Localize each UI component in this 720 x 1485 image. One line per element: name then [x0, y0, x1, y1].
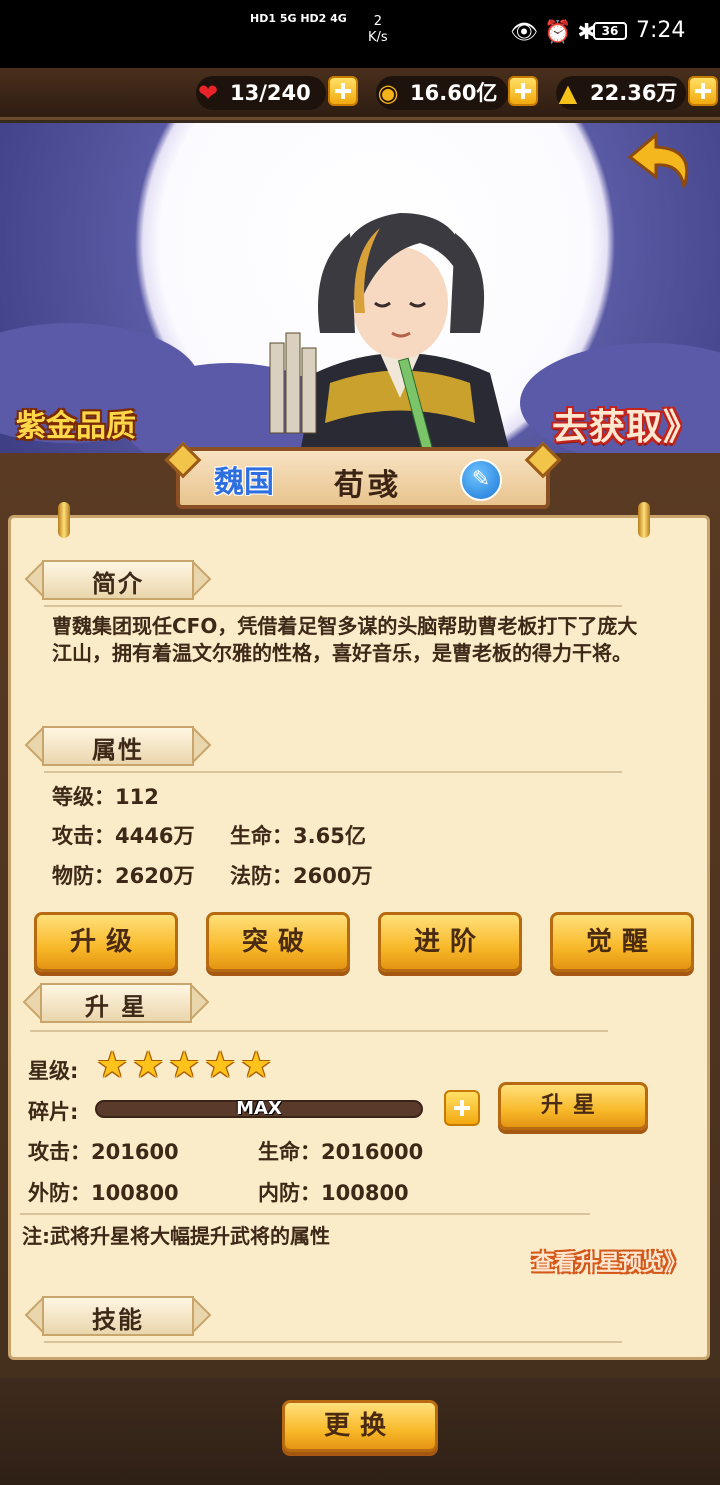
pencil-icon: ✎ — [471, 467, 491, 492]
star-icon: ★ — [240, 1045, 273, 1086]
section-title: 属性 — [92, 736, 144, 764]
status-icons: 👁⏰✱ — [510, 20, 602, 45]
star-icon: ★ — [132, 1045, 165, 1086]
divider — [30, 1030, 608, 1032]
shard-label: 碎片: — [28, 1100, 79, 1124]
phys-def-stat: 物防：2620万 — [52, 864, 195, 888]
shard-progress-bar: MAX — [95, 1098, 423, 1119]
battery-indicator: 36 — [593, 22, 627, 40]
add-shards-button[interactable] — [444, 1090, 480, 1126]
star-hp-stat: 生命：2016000 — [258, 1140, 424, 1164]
gold-ingot-icon: ▲ — [558, 79, 578, 107]
network-speed-unit: K/s — [368, 30, 388, 45]
swap-hero-button[interactable]: 更换 — [282, 1400, 438, 1452]
level-stat: 等级：112 — [52, 785, 159, 809]
divider — [44, 605, 622, 607]
star-preview-link[interactable]: 查看升星预览》 — [532, 1245, 686, 1277]
gold-counter: ▲ 22.36万 — [556, 76, 686, 110]
resource-bar: ❤ 13/240 ◉ 16.60亿 ▲ 22.36万 — [0, 68, 720, 120]
divider — [44, 1341, 622, 1343]
star-outer-def-stat: 外防：100800 — [28, 1181, 179, 1205]
star-level-label: 星级: — [28, 1059, 79, 1083]
star-icon: ★ — [96, 1045, 129, 1086]
awaken-button[interactable]: 觉醒 — [550, 912, 694, 972]
hero-banner: 紫金品质 去获取》 — [0, 123, 720, 453]
upgrade-button[interactable]: 升级 — [34, 912, 178, 972]
add-coins-button[interactable] — [508, 76, 538, 106]
back-arrow-icon[interactable] — [626, 131, 698, 191]
divider — [44, 771, 622, 773]
shard-progress-text: MAX — [236, 1098, 282, 1119]
star-up-note: 注:武将升星将大幅提升武将的属性 — [22, 1224, 330, 1248]
star-icon: ★ — [168, 1045, 201, 1086]
network-speed: 2 K/s — [368, 14, 388, 46]
advance-button[interactable]: 进阶 — [378, 912, 522, 972]
star-icon: ★ — [204, 1045, 237, 1086]
coin-icon: ◉ — [377, 79, 399, 107]
section-title: 简介 — [92, 570, 144, 598]
section-header-star-up: 升 星 — [22, 983, 210, 1023]
hero-description: 曹魏集团现任CFO，凭借着足智多谋的头脑帮助曹老板打下了庞大江山，拥有着温文尔雅… — [52, 614, 638, 665]
stamina-counter: ❤ 13/240 — [196, 76, 326, 110]
scroll-pin — [638, 502, 650, 538]
add-gold-button[interactable] — [688, 76, 718, 106]
alarm-icon: ⏰ — [543, 20, 578, 45]
obtain-link[interactable]: 去获取》 — [552, 398, 700, 450]
section-header-attributes: 属性 — [24, 726, 212, 766]
network-speed-value: 2 — [373, 14, 382, 29]
eye-icon: 👁 — [510, 20, 544, 45]
hp-stat: 生命：3.65亿 — [230, 824, 366, 848]
signal-indicator: HD1 5G HD2 4G — [250, 12, 347, 25]
star-attack-stat: 攻击：201600 — [28, 1140, 179, 1164]
breakthrough-button[interactable]: 突破 — [206, 912, 350, 972]
attack-stat: 攻击：4446万 — [52, 824, 195, 848]
hero-name: 荀彧 — [334, 468, 402, 503]
stamina-icon: ❤ — [197, 79, 219, 107]
hero-nameplate: 魏国 荀彧 ✎ — [164, 441, 562, 513]
edit-name-button[interactable]: ✎ — [460, 459, 502, 501]
hero-quality-label: 紫金品质 — [16, 409, 136, 444]
section-header-intro: 简介 — [24, 560, 212, 600]
add-stamina-button[interactable] — [328, 76, 358, 106]
coin-value: 16.60亿 — [410, 81, 498, 105]
star-up-button[interactable]: 升星 — [498, 1082, 648, 1130]
gold-value: 22.36万 — [590, 81, 678, 105]
section-title: 技能 — [92, 1306, 144, 1334]
kingdom-label: 魏国 — [214, 465, 274, 500]
status-bar: HD1 5G HD2 4G 2 K/s 👁⏰✱ 36 7:24 — [0, 0, 720, 68]
coin-counter: ◉ 16.60亿 — [376, 76, 508, 110]
magic-def-stat: 法防：2600万 — [230, 864, 373, 888]
star-inner-def-stat: 内防：100800 — [258, 1181, 409, 1205]
divider — [20, 1213, 590, 1215]
scroll-pin — [58, 502, 70, 538]
section-header-skills: 技能 — [24, 1296, 212, 1336]
hero-portrait — [269, 213, 510, 453]
section-title: 升 星 — [84, 993, 148, 1021]
stamina-value: 13/240 — [230, 81, 311, 105]
screen: { "status_bar": { "signal": "HD1 5G HD2 … — [0, 0, 720, 1485]
clock: 7:24 — [636, 18, 686, 43]
